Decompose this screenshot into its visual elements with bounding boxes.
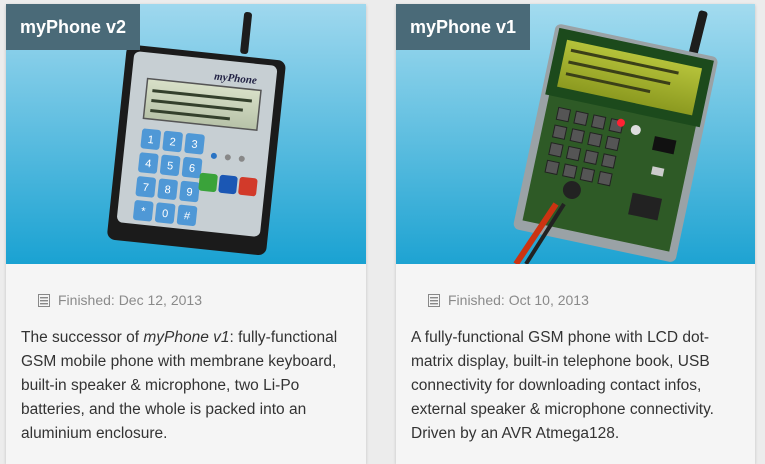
keypad-key-label: 7 xyxy=(142,182,149,195)
project-card-myphone-v2[interactable]: myPhone 1 2 3 4 5 6 7 8 9 * 0 # myPhone v2 xyxy=(6,4,366,464)
card-title[interactable]: myPhone v2 xyxy=(6,4,141,50)
calendar-icon xyxy=(428,293,440,307)
keypad-key-label: 1 xyxy=(147,134,154,147)
card-description: A fully-functional GSM phone with LCD do… xyxy=(411,329,714,442)
keypad-key-label: 5 xyxy=(166,160,173,173)
finished-date-text: Finished: Dec 12, 2013 xyxy=(58,292,202,308)
keypad-key-label: 8 xyxy=(164,184,171,197)
pcb-button xyxy=(562,163,578,179)
pcb-button xyxy=(590,114,607,130)
pcb-button xyxy=(565,145,582,162)
pcb-button xyxy=(583,149,599,165)
finished-date: Finished: Oct 10, 2013 xyxy=(428,292,589,308)
finished-date: Finished: Dec 12, 2013 xyxy=(38,292,202,308)
keypad-key-label: 6 xyxy=(188,162,195,175)
keypad-key-label: 0 xyxy=(161,208,168,221)
pcb-button xyxy=(569,128,585,144)
keypad-key-label: 2 xyxy=(169,136,176,149)
card-description: The successor of myPhone v1: fully-funct… xyxy=(21,329,338,442)
project-image-myphone-v2[interactable]: myPhone 1 2 3 4 5 6 7 8 9 * 0 # myPhone v2 xyxy=(6,4,366,264)
project-card-myphone-v1[interactable]: myPhone v1 Finished: Oct 10, 2013 A full… xyxy=(396,4,755,464)
pcb-button xyxy=(601,153,617,169)
pcb-button xyxy=(597,170,613,187)
pcb-button xyxy=(604,135,621,152)
project-image-myphone-v1[interactable]: myPhone v1 xyxy=(396,4,755,264)
keypad-key-label: 3 xyxy=(191,139,198,152)
pcb-button xyxy=(587,131,603,148)
calendar-icon xyxy=(38,293,50,307)
pcb-button xyxy=(548,142,564,158)
keypad-key-label: 4 xyxy=(145,158,152,171)
pcb-button xyxy=(551,124,568,140)
pcb-button xyxy=(579,167,596,183)
card-title[interactable]: myPhone v1 xyxy=(396,4,531,50)
finished-date-text: Finished: Oct 10, 2013 xyxy=(448,292,589,308)
keypad-key-label: 9 xyxy=(186,186,193,199)
pcb-button xyxy=(555,106,572,123)
pcb-button xyxy=(573,110,589,127)
pcb-button xyxy=(544,159,560,176)
project-reference: myPhone v1 xyxy=(143,329,230,346)
